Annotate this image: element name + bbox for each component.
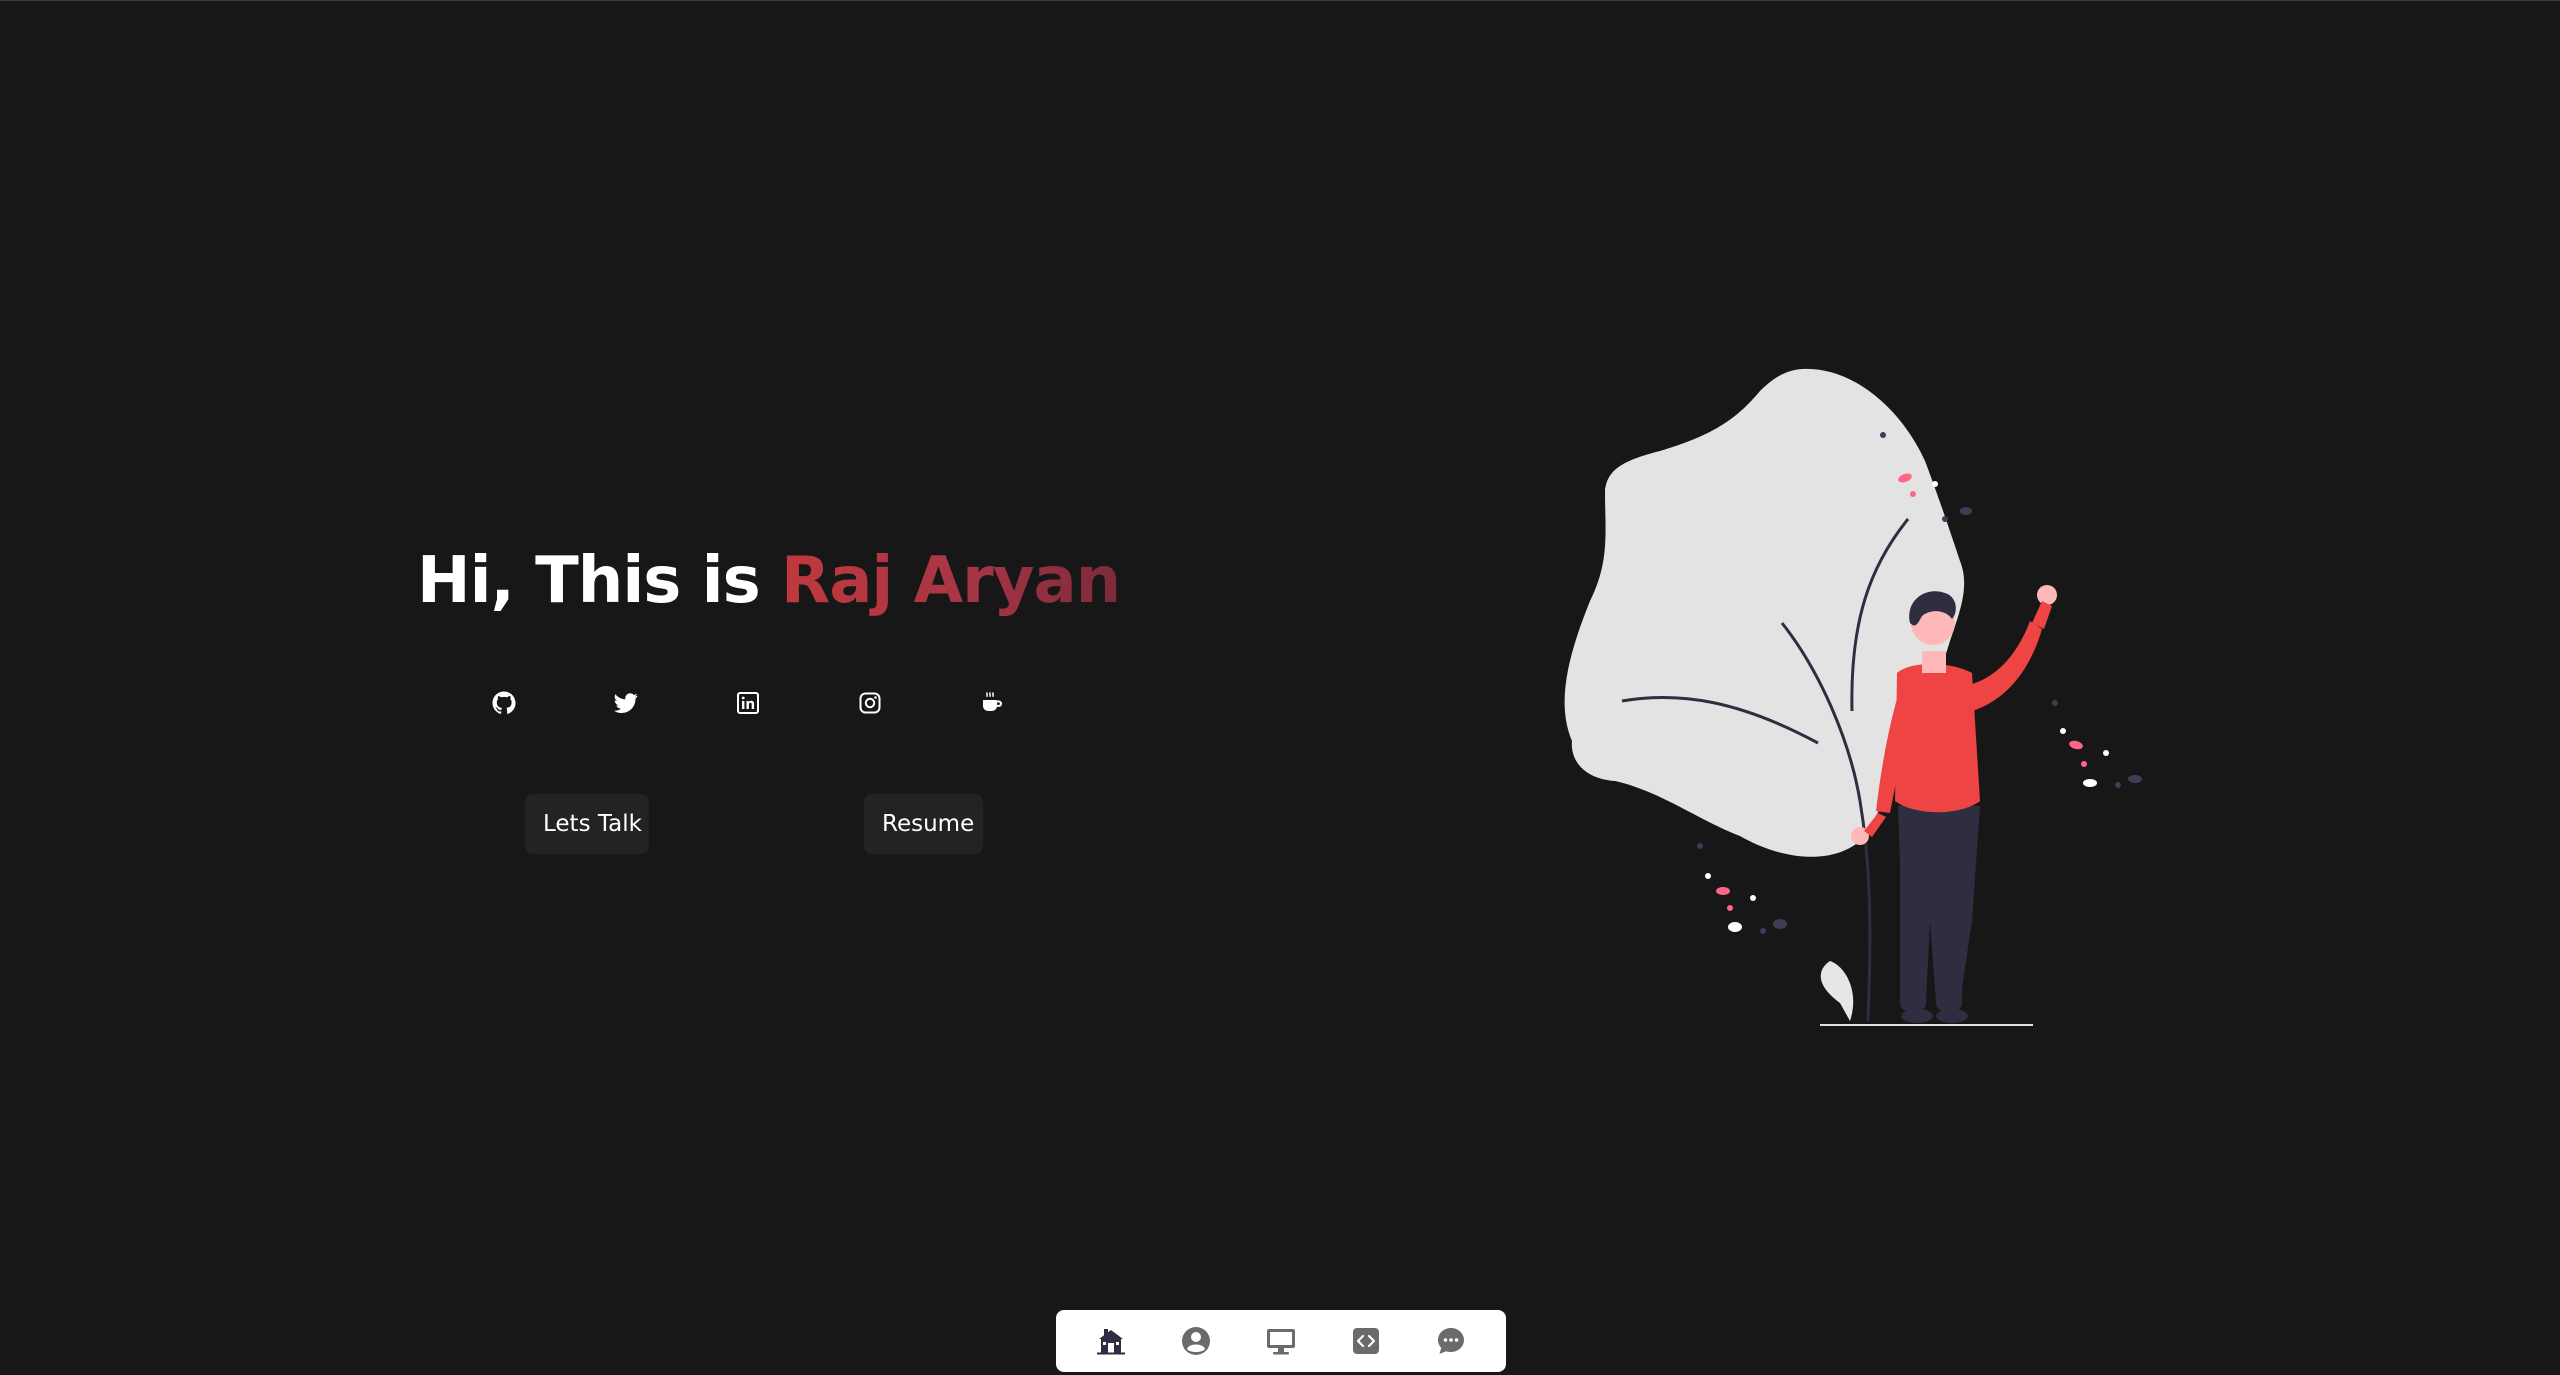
nav-about[interactable] <box>1176 1321 1216 1361</box>
hero-illustration <box>1564 368 2142 1026</box>
resume-button[interactable]: Resume <box>864 794 983 854</box>
instagram-link[interactable] <box>856 689 884 717</box>
twitter-icon <box>614 693 638 713</box>
page: Hi, This is Raj Aryan Lets Talk Resume <box>0 0 2560 1375</box>
code-icon <box>1353 1328 1380 1354</box>
monitor-icon <box>1266 1329 1295 1355</box>
buy-me-coffee-link[interactable] <box>978 689 1006 717</box>
home-icon <box>1096 1329 1125 1355</box>
hero-name: Raj Aryan <box>780 544 1121 618</box>
lets-talk-button[interactable]: Lets Talk <box>525 794 649 854</box>
social-links <box>490 689 1010 717</box>
hero-greeting: Hi, This is <box>417 544 781 618</box>
nav-home[interactable] <box>1091 1321 1131 1361</box>
hero-title: Hi, This is Raj Aryan <box>417 541 1121 621</box>
nav-code[interactable] <box>1346 1321 1386 1361</box>
twitter-link[interactable] <box>612 689 640 717</box>
github-icon <box>492 691 516 714</box>
nav-projects[interactable] <box>1261 1321 1301 1361</box>
coffee-icon <box>983 692 1002 711</box>
linkedin-link[interactable] <box>734 689 762 717</box>
instagram-icon <box>859 692 881 714</box>
user-icon <box>1181 1327 1210 1355</box>
bottom-nav <box>1056 1310 1506 1372</box>
chat-icon <box>1438 1328 1465 1354</box>
linkedin-icon <box>737 692 759 714</box>
github-link[interactable] <box>490 689 518 717</box>
nav-contact[interactable] <box>1431 1321 1471 1361</box>
